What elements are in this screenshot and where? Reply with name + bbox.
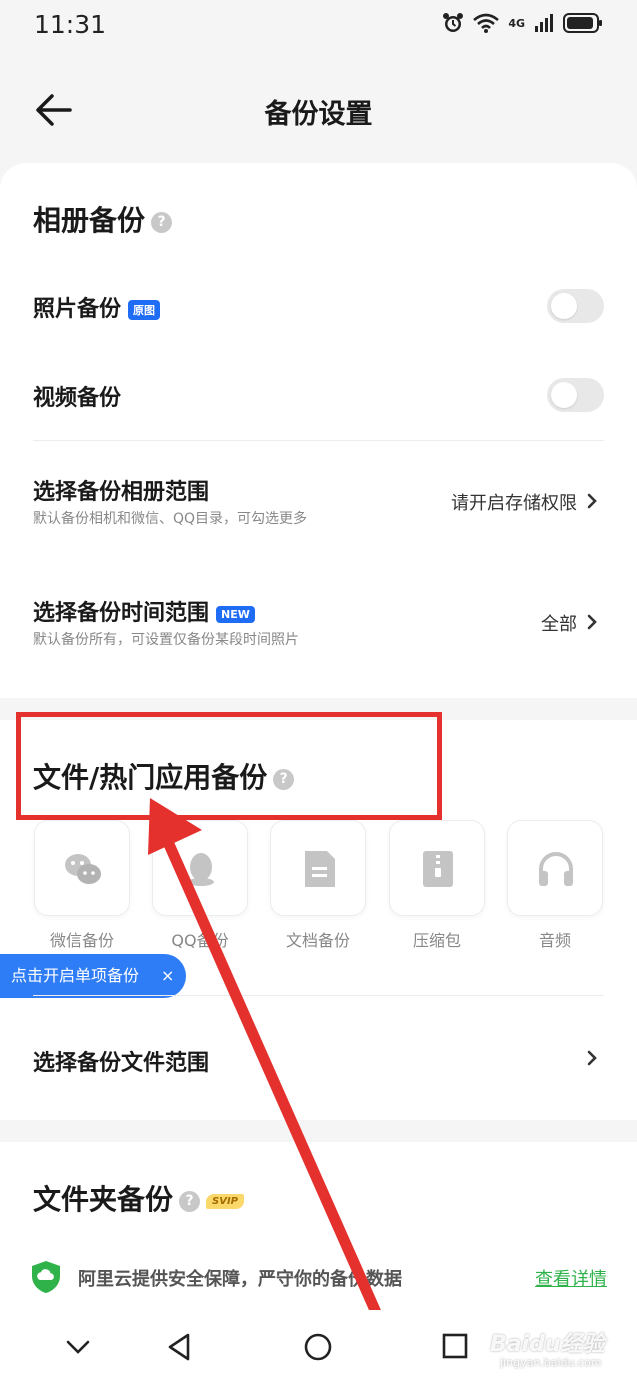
baidu-watermark: Baidu经验 jingyan.baidu.com xyxy=(470,1320,620,1376)
battery-icon xyxy=(563,13,602,33)
security-notice: 阿里云提供安全保障，严守你的备份数据 xyxy=(78,1269,402,1290)
alarm-icon xyxy=(443,13,464,32)
new-badge: NEW xyxy=(216,605,255,623)
zip-icon xyxy=(423,851,453,887)
original-image-badge: 原图 xyxy=(128,300,161,320)
annotation-highlight-box xyxy=(16,712,442,820)
watermark-sub: jingyan.baidu.com xyxy=(500,1356,602,1369)
audio-backup-tile[interactable] xyxy=(507,820,603,916)
header: 备份设置 xyxy=(0,70,637,150)
album-range-sub: 默认备份相机和微信、QQ目录，可勾选更多 xyxy=(33,511,308,527)
photo-backup-label: 照片备份 xyxy=(33,297,122,322)
video-backup-toggle[interactable] xyxy=(547,378,604,412)
time-range-label: 选择备份时间范围 xyxy=(33,601,210,626)
file-range-label[interactable]: 选择备份文件范围 xyxy=(33,1045,209,1077)
qq-backup-label: QQ备份 xyxy=(171,931,229,950)
headphones-icon xyxy=(539,852,573,886)
svip-badge: SVIP xyxy=(206,1193,245,1209)
nav-back-icon[interactable] xyxy=(166,1332,194,1362)
view-details-link[interactable]: 查看详情 xyxy=(535,1265,607,1291)
folder-backup-section: 文件夹备份? SVIP xyxy=(33,1178,245,1218)
help-icon[interactable]: ? xyxy=(179,1190,201,1212)
zip-backup-tile[interactable] xyxy=(389,820,485,916)
album-range-value[interactable]: 请开启存储权限 xyxy=(451,489,577,515)
video-backup-label: 视频备份 xyxy=(33,386,122,411)
folder-backup-title: 文件夹备份 xyxy=(33,1183,174,1216)
signal-icon xyxy=(535,14,553,32)
toggle-knob xyxy=(551,293,577,319)
help-icon[interactable]: ? xyxy=(151,211,173,233)
album-backup-card: 相册备份? 照片备份 原图 视频备份 选择备份相册范围 默认备份相机和微信、QQ目… xyxy=(0,163,637,698)
album-range-label[interactable]: 选择备份相册范围 xyxy=(33,474,209,506)
single-backup-tooltip[interactable]: 点击开启单项备份 × xyxy=(0,954,186,998)
chevron-down-icon[interactable] xyxy=(64,1332,92,1360)
network-type: 4G xyxy=(508,16,525,30)
photo-backup-row: 照片备份 原图 xyxy=(33,291,161,323)
tooltip-text: 点击开启单项备份 xyxy=(11,966,140,985)
nav-recents-icon[interactable] xyxy=(441,1332,469,1360)
wechat-backup-label: 微信备份 xyxy=(49,931,114,950)
qq-backup-tile[interactable] xyxy=(152,820,248,916)
wifi-icon xyxy=(473,13,500,33)
chevron-right-icon[interactable] xyxy=(585,613,599,631)
nav-home-icon[interactable] xyxy=(303,1332,333,1362)
divider xyxy=(33,440,604,441)
watermark-main: Baidu经验 xyxy=(490,1332,605,1357)
wechat-backup-tile[interactable] xyxy=(34,820,130,916)
time-range-row[interactable]: 选择备份时间范围 NEW xyxy=(33,595,255,627)
document-icon xyxy=(305,851,335,887)
chevron-right-icon[interactable] xyxy=(585,1049,599,1067)
page-title: 备份设置 xyxy=(264,99,373,130)
status-icons: 4G xyxy=(442,12,603,34)
audio-backup-label: 音频 xyxy=(538,931,571,950)
photo-backup-toggle[interactable] xyxy=(547,289,604,323)
time-range-sub: 默认备份所有，可设置仅备份某段时间照片 xyxy=(33,632,299,648)
toggle-knob xyxy=(551,382,577,408)
divider xyxy=(33,995,604,996)
album-backup-title: 相册备份 xyxy=(33,204,146,237)
album-backup-section: 相册备份? xyxy=(33,199,173,239)
chevron-right-icon[interactable] xyxy=(585,492,599,510)
shield-icon xyxy=(32,1261,60,1293)
time-range-value[interactable]: 全部 xyxy=(541,610,577,636)
close-icon[interactable]: × xyxy=(161,954,174,998)
document-backup-tile[interactable] xyxy=(270,820,366,916)
qq-icon xyxy=(188,853,214,886)
zip-backup-label: 压缩包 xyxy=(412,931,461,950)
status-bar: 11:31 4G xyxy=(0,0,637,52)
wechat-icon xyxy=(65,854,101,884)
status-time: 11:31 xyxy=(34,10,107,39)
document-backup-label: 文档备份 xyxy=(285,931,350,950)
